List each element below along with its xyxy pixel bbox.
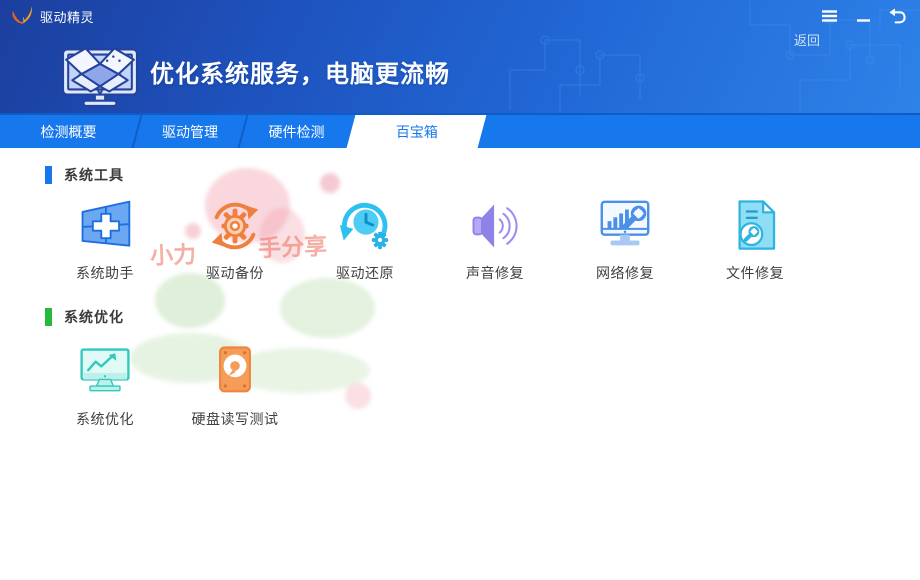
section-marker: [45, 166, 52, 184]
back-link[interactable]: 返回: [794, 30, 820, 49]
tool-label: 驱动备份: [206, 263, 264, 283]
tab-toolbox-active[interactable]: 百宝箱: [347, 115, 487, 148]
system-tools-row: 系统助手: [40, 195, 920, 283]
tool-label: 文件修复: [726, 263, 784, 283]
driver-genius-logo-icon: [10, 4, 34, 28]
tool-system-assistant[interactable]: 系统助手: [40, 195, 170, 283]
driver-restore-icon: [333, 195, 397, 257]
banner-row: 优化系统服务，电脑更流畅: [0, 30, 920, 113]
file-repair-icon: [723, 195, 787, 257]
tool-label: 硬盘读写测试: [192, 409, 279, 429]
tool-system-optimize[interactable]: 系统优化: [40, 341, 170, 429]
sound-repair-icon: [463, 195, 527, 257]
banner-title: 优化系统服务，电脑更流畅: [150, 54, 450, 89]
header-banner: 驱动精灵: [0, 0, 920, 113]
system-assistant-icon: [73, 195, 137, 257]
back-arrow-icon[interactable]: [888, 7, 906, 25]
toolbox-monitor-icon: [56, 33, 144, 111]
tool-network-repair[interactable]: 网络修复: [560, 195, 690, 283]
section-marker: [45, 308, 52, 326]
section-title: 系统工具: [64, 165, 124, 185]
tool-label: 系统优化: [76, 409, 134, 429]
section-title: 系统优化: [64, 307, 124, 327]
driver-genius-window: 驱动精灵: [0, 0, 920, 580]
tool-driver-backup[interactable]: 驱动备份: [170, 195, 300, 283]
app-logo: 驱动精灵: [10, 4, 94, 28]
tab-detection-summary[interactable]: 检测概要: [0, 115, 137, 148]
tab-driver-management[interactable]: 驱动管理: [137, 115, 243, 148]
tool-file-repair[interactable]: 文件修复: [690, 195, 820, 283]
hdd-test-icon: [203, 341, 267, 403]
tool-label: 网络修复: [596, 263, 654, 283]
driver-backup-icon: [203, 195, 267, 257]
app-title: 驱动精灵: [40, 7, 94, 26]
menu-icon[interactable]: [820, 7, 838, 25]
toolbox-content: 小力 手分享 系统工具: [0, 148, 920, 578]
tool-label: 系统助手: [76, 263, 134, 283]
system-optimize-row: 系统优化 硬盘读写测试: [40, 341, 920, 429]
tab-hardware-detection[interactable]: 硬件检测: [243, 115, 350, 148]
tool-sound-repair[interactable]: 声音修复: [430, 195, 560, 283]
minimize-icon[interactable]: [854, 7, 872, 25]
tool-label: 声音修复: [466, 263, 524, 283]
system-optimize-icon: [73, 341, 137, 403]
tab-bar: 检测概要 驱动管理 硬件检测 百宝箱: [0, 113, 920, 148]
window-controls: [820, 7, 910, 25]
titlebar: 驱动精灵: [0, 0, 920, 32]
section-header-system-optimize: 系统优化: [45, 283, 920, 327]
tool-label: 驱动还原: [336, 263, 394, 283]
section-header-system-tools: 系统工具: [45, 148, 920, 185]
network-repair-icon: [593, 195, 657, 257]
tool-hdd-test[interactable]: 硬盘读写测试: [170, 341, 300, 429]
tool-driver-restore[interactable]: 驱动还原: [300, 195, 430, 283]
